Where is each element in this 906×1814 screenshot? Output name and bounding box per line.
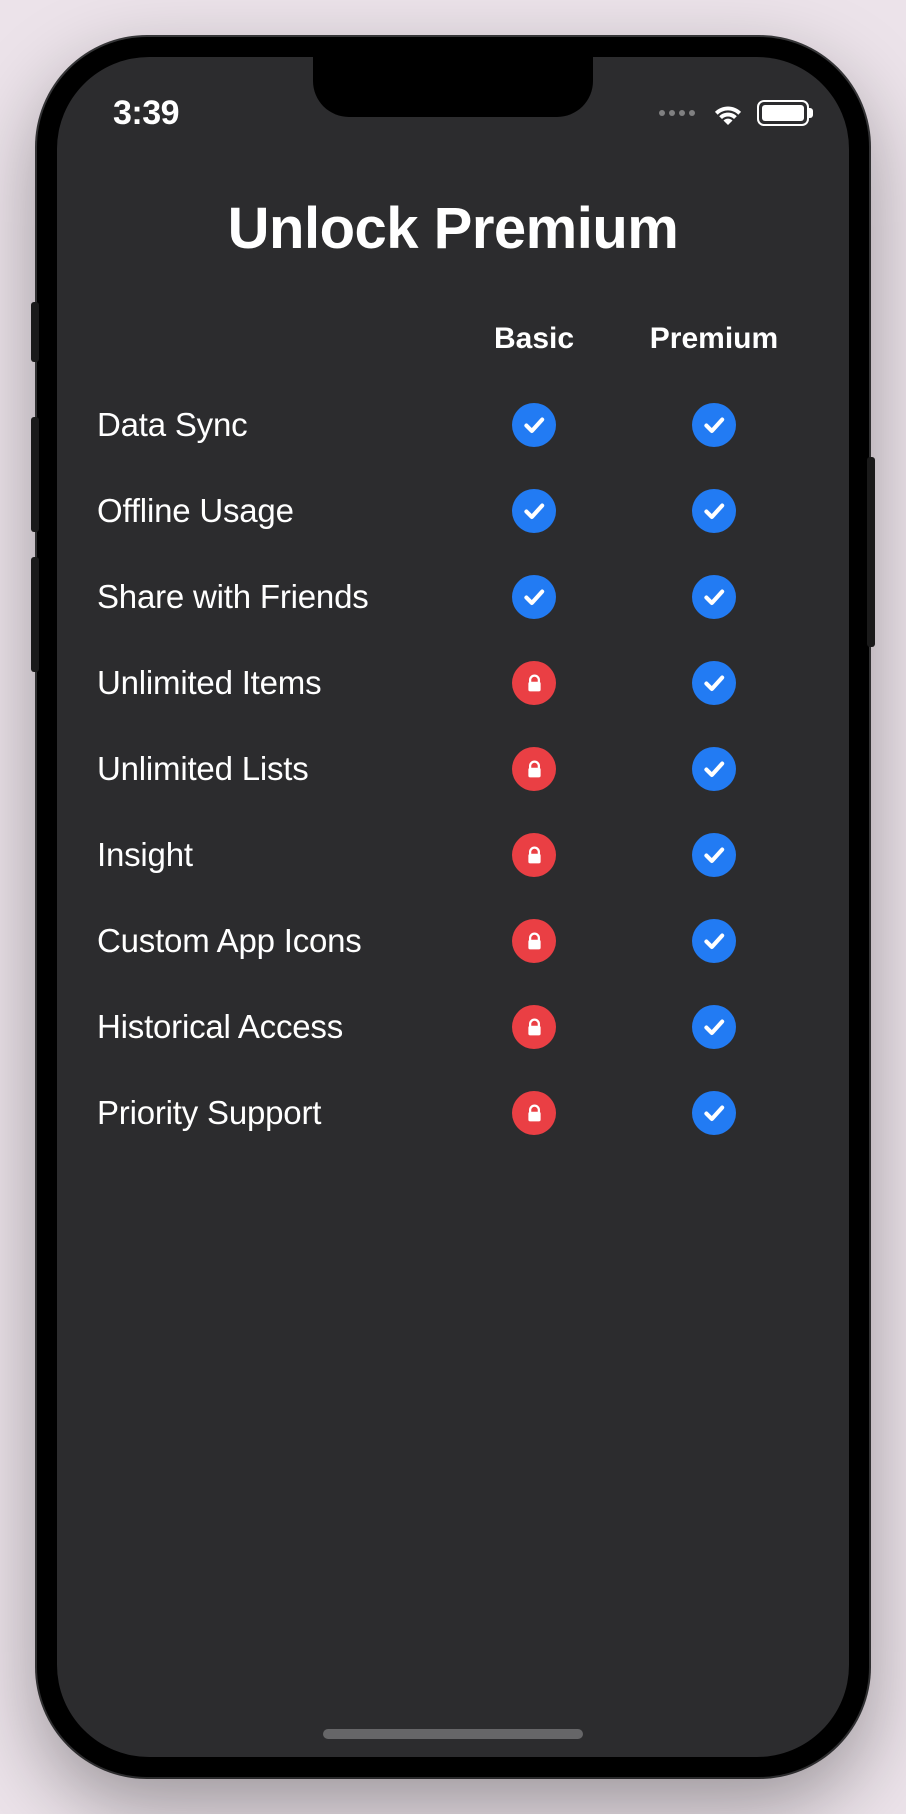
feature-label: Data Sync <box>97 406 449 444</box>
feature-basic-cell <box>449 747 619 791</box>
feature-label: Custom App Icons <box>97 922 449 960</box>
feature-label: Offline Usage <box>97 492 449 530</box>
wifi-icon <box>712 101 744 125</box>
status-indicators <box>659 100 809 126</box>
status-time: 3:39 <box>113 94 179 133</box>
check-icon-basic-2 <box>512 575 556 619</box>
content: Unlock Premium Basic Premium Data Sync Of… <box>57 147 849 1156</box>
lock-icon-basic-6 <box>512 919 556 963</box>
phone-frame: 3:39 Unlock Premium <box>37 37 869 1777</box>
screen: 3:39 Unlock Premium <box>57 57 849 1757</box>
check-icon-premium-3 <box>692 661 736 705</box>
check-icon-basic-0 <box>512 403 556 447</box>
check-icon-premium-1 <box>692 489 736 533</box>
feature-premium-cell <box>619 575 809 619</box>
feature-premium-cell <box>619 1005 809 1049</box>
feature-premium-cell <box>619 919 809 963</box>
feature-label: Unlimited Lists <box>97 750 449 788</box>
feature-label: Insight <box>97 836 449 874</box>
feature-row: Custom App Icons <box>97 898 809 984</box>
volume-up-button[interactable] <box>31 417 39 532</box>
feature-row: Share with Friends <box>97 554 809 640</box>
feature-premium-cell <box>619 833 809 877</box>
feature-label: Historical Access <box>97 1008 449 1046</box>
feature-basic-cell <box>449 403 619 447</box>
lock-icon-basic-8 <box>512 1091 556 1135</box>
feature-basic-cell <box>449 1005 619 1049</box>
feature-row: Priority Support <box>97 1070 809 1156</box>
feature-premium-cell <box>619 403 809 447</box>
column-header-premium: Premium <box>619 322 809 356</box>
feature-label: Unlimited Items <box>97 664 449 702</box>
feature-basic-cell <box>449 489 619 533</box>
feature-row: Insight <box>97 812 809 898</box>
feature-basic-cell <box>449 1091 619 1135</box>
check-icon-basic-1 <box>512 489 556 533</box>
check-icon-premium-4 <box>692 747 736 791</box>
column-header-basic: Basic <box>449 322 619 356</box>
volume-down-button[interactable] <box>31 557 39 672</box>
feature-row: Historical Access <box>97 984 809 1070</box>
feature-row: Data Sync <box>97 382 809 468</box>
check-icon-premium-7 <box>692 1005 736 1049</box>
feature-label: Share with Friends <box>97 578 449 616</box>
feature-label: Priority Support <box>97 1094 449 1132</box>
check-icon-premium-8 <box>692 1091 736 1135</box>
lock-icon-basic-5 <box>512 833 556 877</box>
feature-basic-cell <box>449 661 619 705</box>
lock-icon-basic-3 <box>512 661 556 705</box>
check-icon-premium-6 <box>692 919 736 963</box>
silence-switch[interactable] <box>31 302 39 362</box>
feature-premium-cell <box>619 661 809 705</box>
check-icon-premium-0 <box>692 403 736 447</box>
feature-premium-cell <box>619 489 809 533</box>
home-indicator[interactable] <box>323 1729 583 1739</box>
feature-basic-cell <box>449 575 619 619</box>
power-button[interactable] <box>867 457 875 647</box>
lock-icon-basic-7 <box>512 1005 556 1049</box>
feature-basic-cell <box>449 919 619 963</box>
page-title: Unlock Premium <box>97 195 809 262</box>
battery-icon <box>757 100 809 126</box>
feature-list: Data Sync Offline Usage Share with Friends… <box>97 382 809 1156</box>
feature-basic-cell <box>449 833 619 877</box>
feature-premium-cell <box>619 1091 809 1135</box>
feature-row: Unlimited Items <box>97 640 809 726</box>
feature-row: Unlimited Lists <box>97 726 809 812</box>
activity-dots-icon <box>659 110 695 116</box>
check-icon-premium-2 <box>692 575 736 619</box>
notch <box>313 57 593 117</box>
lock-icon-basic-4 <box>512 747 556 791</box>
comparison-header: Basic Premium <box>97 322 809 356</box>
feature-row: Offline Usage <box>97 468 809 554</box>
feature-premium-cell <box>619 747 809 791</box>
check-icon-premium-5 <box>692 833 736 877</box>
